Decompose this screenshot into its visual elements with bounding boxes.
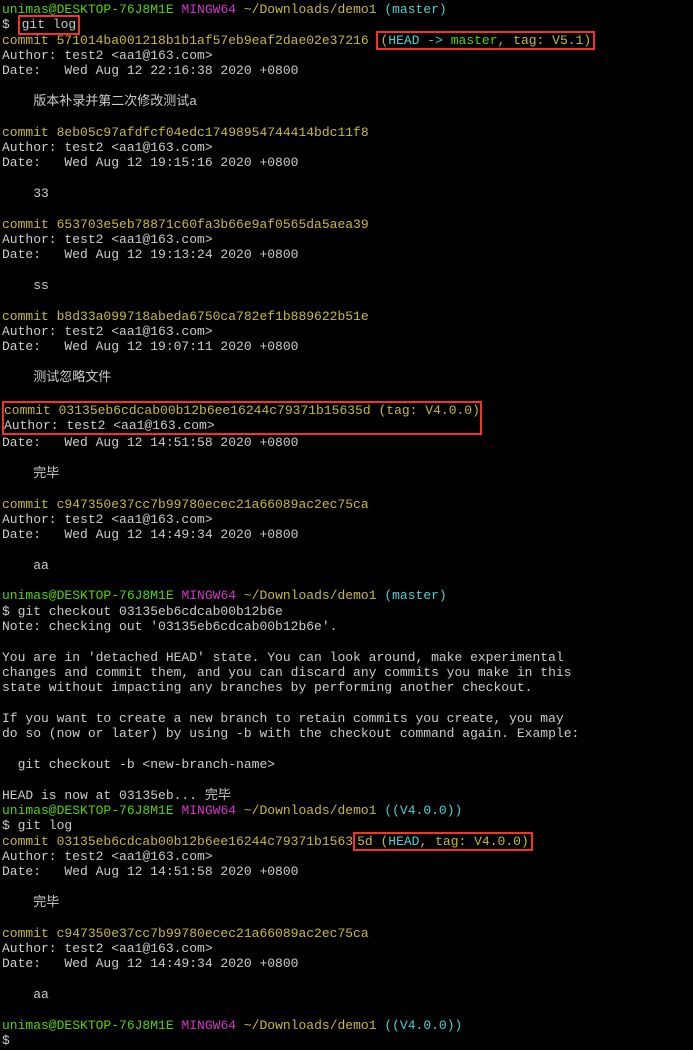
msg: aa [2, 558, 691, 573]
date: Date: Wed Aug 12 19:13:24 2020 +0800 [2, 247, 691, 262]
prompt-line: unimas@DESKTOP-76J8M1E MINGW64 ~/Downloa… [2, 1018, 691, 1033]
checkout-note: Note: checking out '03135eb6cdcab00b12b6… [2, 619, 691, 634]
checkout-msg: git checkout -b <new-branch-name> [2, 757, 691, 772]
author: Author: test2 <aa1@163.com> [2, 48, 691, 63]
sys: MINGW64 [181, 2, 236, 17]
checkout-msg: If you want to create a new branch to re… [2, 711, 691, 726]
commit-line: commit 03135eb6cdcab00b12b6ee16244c79371… [4, 403, 480, 418]
commit-line: commit 03135eb6cdcab00b12b6ee16244c79371… [2, 834, 691, 849]
highlight-box: (HEAD -> master, tag: V5.1) [376, 31, 595, 50]
msg: ss [2, 278, 691, 293]
checkout-msg: state without impacting any branches by … [2, 680, 691, 695]
checkout-msg: changes and commit them, and you can dis… [2, 665, 691, 680]
author: Author: test2 <aa1@163.com> [2, 941, 691, 956]
commit-line: commit c947350e37cc7b99780ecec21a66089ac… [2, 926, 691, 941]
msg: 版本补录并第二次修改测试a [2, 94, 691, 109]
commit-line: commit 8eb05c97afdfcf04edc17498954744414… [2, 125, 691, 140]
checkout-msg: You are in 'detached HEAD' state. You ca… [2, 650, 691, 665]
msg: aa [2, 987, 691, 1002]
prompt-line: unimas@DESKTOP-76J8M1E MINGW64 ~/Downloa… [2, 588, 691, 603]
date: Date: Wed Aug 12 14:51:58 2020 +0800 [2, 435, 691, 450]
prompt-line: unimas@DESKTOP-76J8M1E MINGW64 ~/Downloa… [2, 803, 691, 818]
date: Date: Wed Aug 12 14:49:34 2020 +0800 [2, 956, 691, 971]
msg: 完毕 [2, 466, 691, 481]
path: ~/Downloads/demo1 [244, 2, 377, 17]
author: Author: test2 <aa1@163.com> [2, 324, 691, 339]
author: Author: test2 <aa1@163.com> [2, 232, 691, 247]
msg: 完毕 [2, 895, 691, 910]
checkout-msg: do so (now or later) by using -b with th… [2, 726, 691, 741]
msg: 测试忽略文件 [2, 370, 691, 385]
date: Date: Wed Aug 12 22:16:38 2020 +0800 [2, 63, 691, 78]
branch: (master) [384, 2, 446, 17]
date: Date: Wed Aug 12 19:15:16 2020 +0800 [2, 155, 691, 170]
date: Date: Wed Aug 12 14:51:58 2020 +0800 [2, 864, 691, 879]
commit-line: commit c947350e37cc7b99780ecec21a66089ac… [2, 497, 691, 512]
prompt-line: unimas@DESKTOP-76J8M1E MINGW64 ~/Downloa… [2, 2, 691, 17]
author: Author: test2 <aa1@163.com> [2, 849, 691, 864]
highlight-box: 5d (HEAD, tag: V4.0.0) [353, 832, 533, 851]
cmd-line[interactable]: $ git checkout 03135eb6cdcab00b12b6e [2, 604, 691, 619]
commit-line: commit 571014ba001218b1b1af57eb9eaf2dae0… [2, 33, 691, 48]
checkout-msg: HEAD is now at 03135eb... 完毕 [2, 788, 691, 803]
cmd-line[interactable]: $ [2, 1033, 691, 1048]
author: Author: test2 <aa1@163.com> [2, 512, 691, 527]
author: Author: test2 <aa1@163.com> [4, 418, 480, 433]
author: Author: test2 <aa1@163.com> [2, 140, 691, 155]
cmd-line[interactable]: $ git log [2, 818, 691, 833]
commit-line: commit 653703e5eb78871c60fa3b66e9af0565d… [2, 217, 691, 232]
date: Date: Wed Aug 12 19:07:11 2020 +0800 [2, 339, 691, 354]
date: Date: Wed Aug 12 14:49:34 2020 +0800 [2, 527, 691, 542]
highlight-box: commit 03135eb6cdcab00b12b6ee16244c79371… [2, 401, 482, 436]
commit-line: commit b8d33a099718abeda6750ca782ef1b889… [2, 309, 691, 324]
msg: 33 [2, 186, 691, 201]
